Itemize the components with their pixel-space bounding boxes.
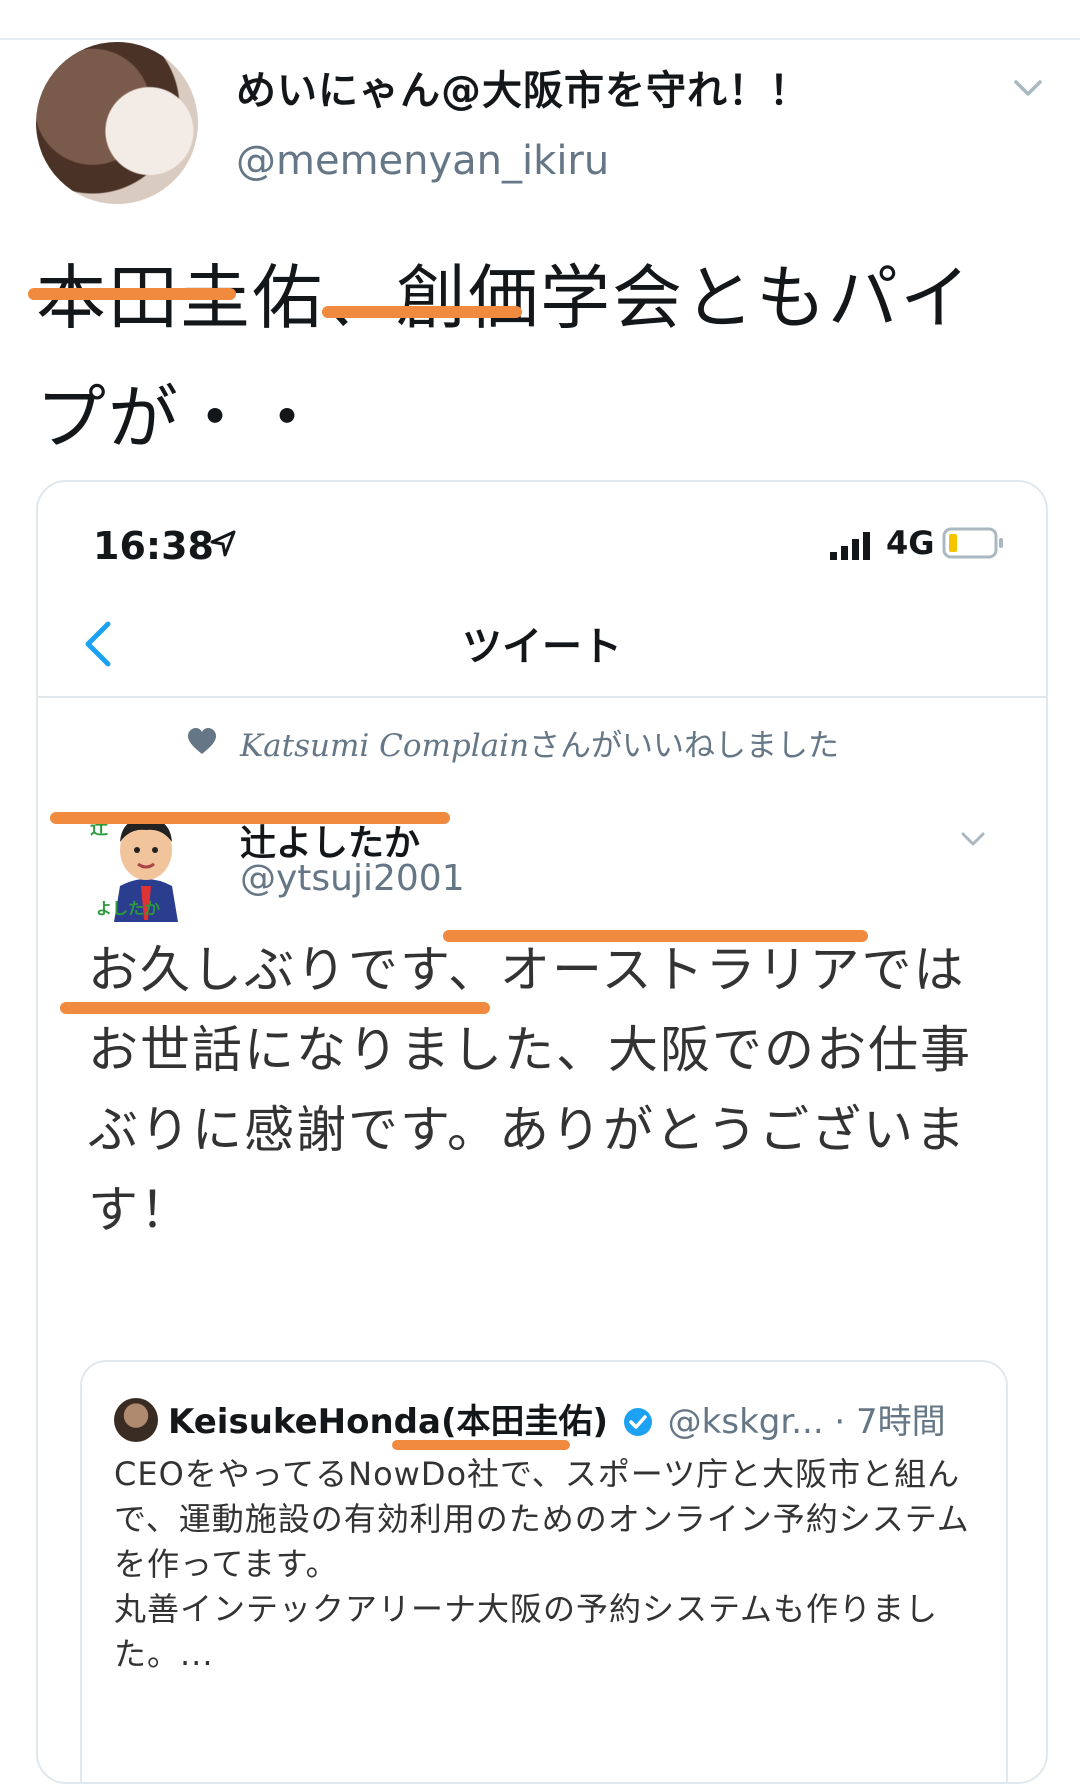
liked-by-suffix: さんがいいねしました bbox=[529, 728, 840, 764]
nav-divider bbox=[38, 696, 1046, 698]
quoted-header: KeisukeHonda(本田圭佑) @kskgr... · 7時間 bbox=[168, 1394, 946, 1443]
signal-bars-icon bbox=[830, 532, 870, 560]
highlight-underline bbox=[28, 288, 236, 300]
highlight-underline bbox=[322, 306, 522, 318]
top-divider bbox=[0, 38, 1080, 40]
verified-badge-icon bbox=[623, 1408, 652, 1436]
tweet-text: 本田圭佑、創価学会ともパイプが・・ bbox=[36, 257, 972, 459]
network-label: 4G bbox=[886, 524, 935, 562]
inner-author-handle[interactable]: @ytsuji2001 bbox=[240, 858, 465, 899]
chevron-down-icon[interactable] bbox=[1008, 68, 1048, 108]
chevron-down-icon[interactable] bbox=[958, 824, 988, 854]
status-time: 16:38 bbox=[93, 524, 214, 568]
inner-tweet-text: お久しぶりです、オーストラリアではお世話になりました、大阪でのお仕事ぶりに感謝で… bbox=[88, 941, 972, 1239]
quoted-tweet-text: CEOをやってるNowDo社で、スポーツ庁と大阪市と組んで、運動施設の有効利用の… bbox=[114, 1455, 970, 1673]
quoted-author-name[interactable]: KeisukeHonda(本田圭佑) bbox=[168, 1402, 608, 1442]
liked-by-line: Katsumi Complainさんがいいねしました bbox=[240, 720, 839, 765]
embedded-screenshot: 16:38 4G ツイート Katsumi Complainさんがいいねしました… bbox=[36, 480, 1048, 1784]
svg-text:よしたか: よしたか bbox=[96, 899, 160, 918]
quoted-meta: @kskgr... · 7時間 bbox=[667, 1402, 946, 1442]
highlight-underline bbox=[443, 930, 868, 942]
heart-icon bbox=[188, 728, 216, 754]
highlight-underline bbox=[392, 1440, 570, 1450]
highlight-underline bbox=[60, 1002, 490, 1014]
quoted-author-avatar[interactable] bbox=[114, 1398, 158, 1442]
quoted-tweet-card[interactable]: KeisukeHonda(本田圭佑) @kskgr... · 7時間 CEOをや… bbox=[80, 1360, 1008, 1782]
author-name[interactable]: めいにゃん@大阪市を守れ！！ bbox=[236, 58, 810, 116]
author-handle[interactable]: @memenyan_ikiru bbox=[236, 138, 609, 184]
highlight-underline bbox=[50, 812, 450, 824]
liked-by-name[interactable]: Katsumi Complain bbox=[240, 728, 529, 764]
nav-title: ツイート bbox=[462, 624, 622, 670]
author-avatar[interactable] bbox=[36, 42, 198, 204]
location-arrow-icon bbox=[210, 530, 236, 557]
battery-icon bbox=[942, 527, 1003, 559]
